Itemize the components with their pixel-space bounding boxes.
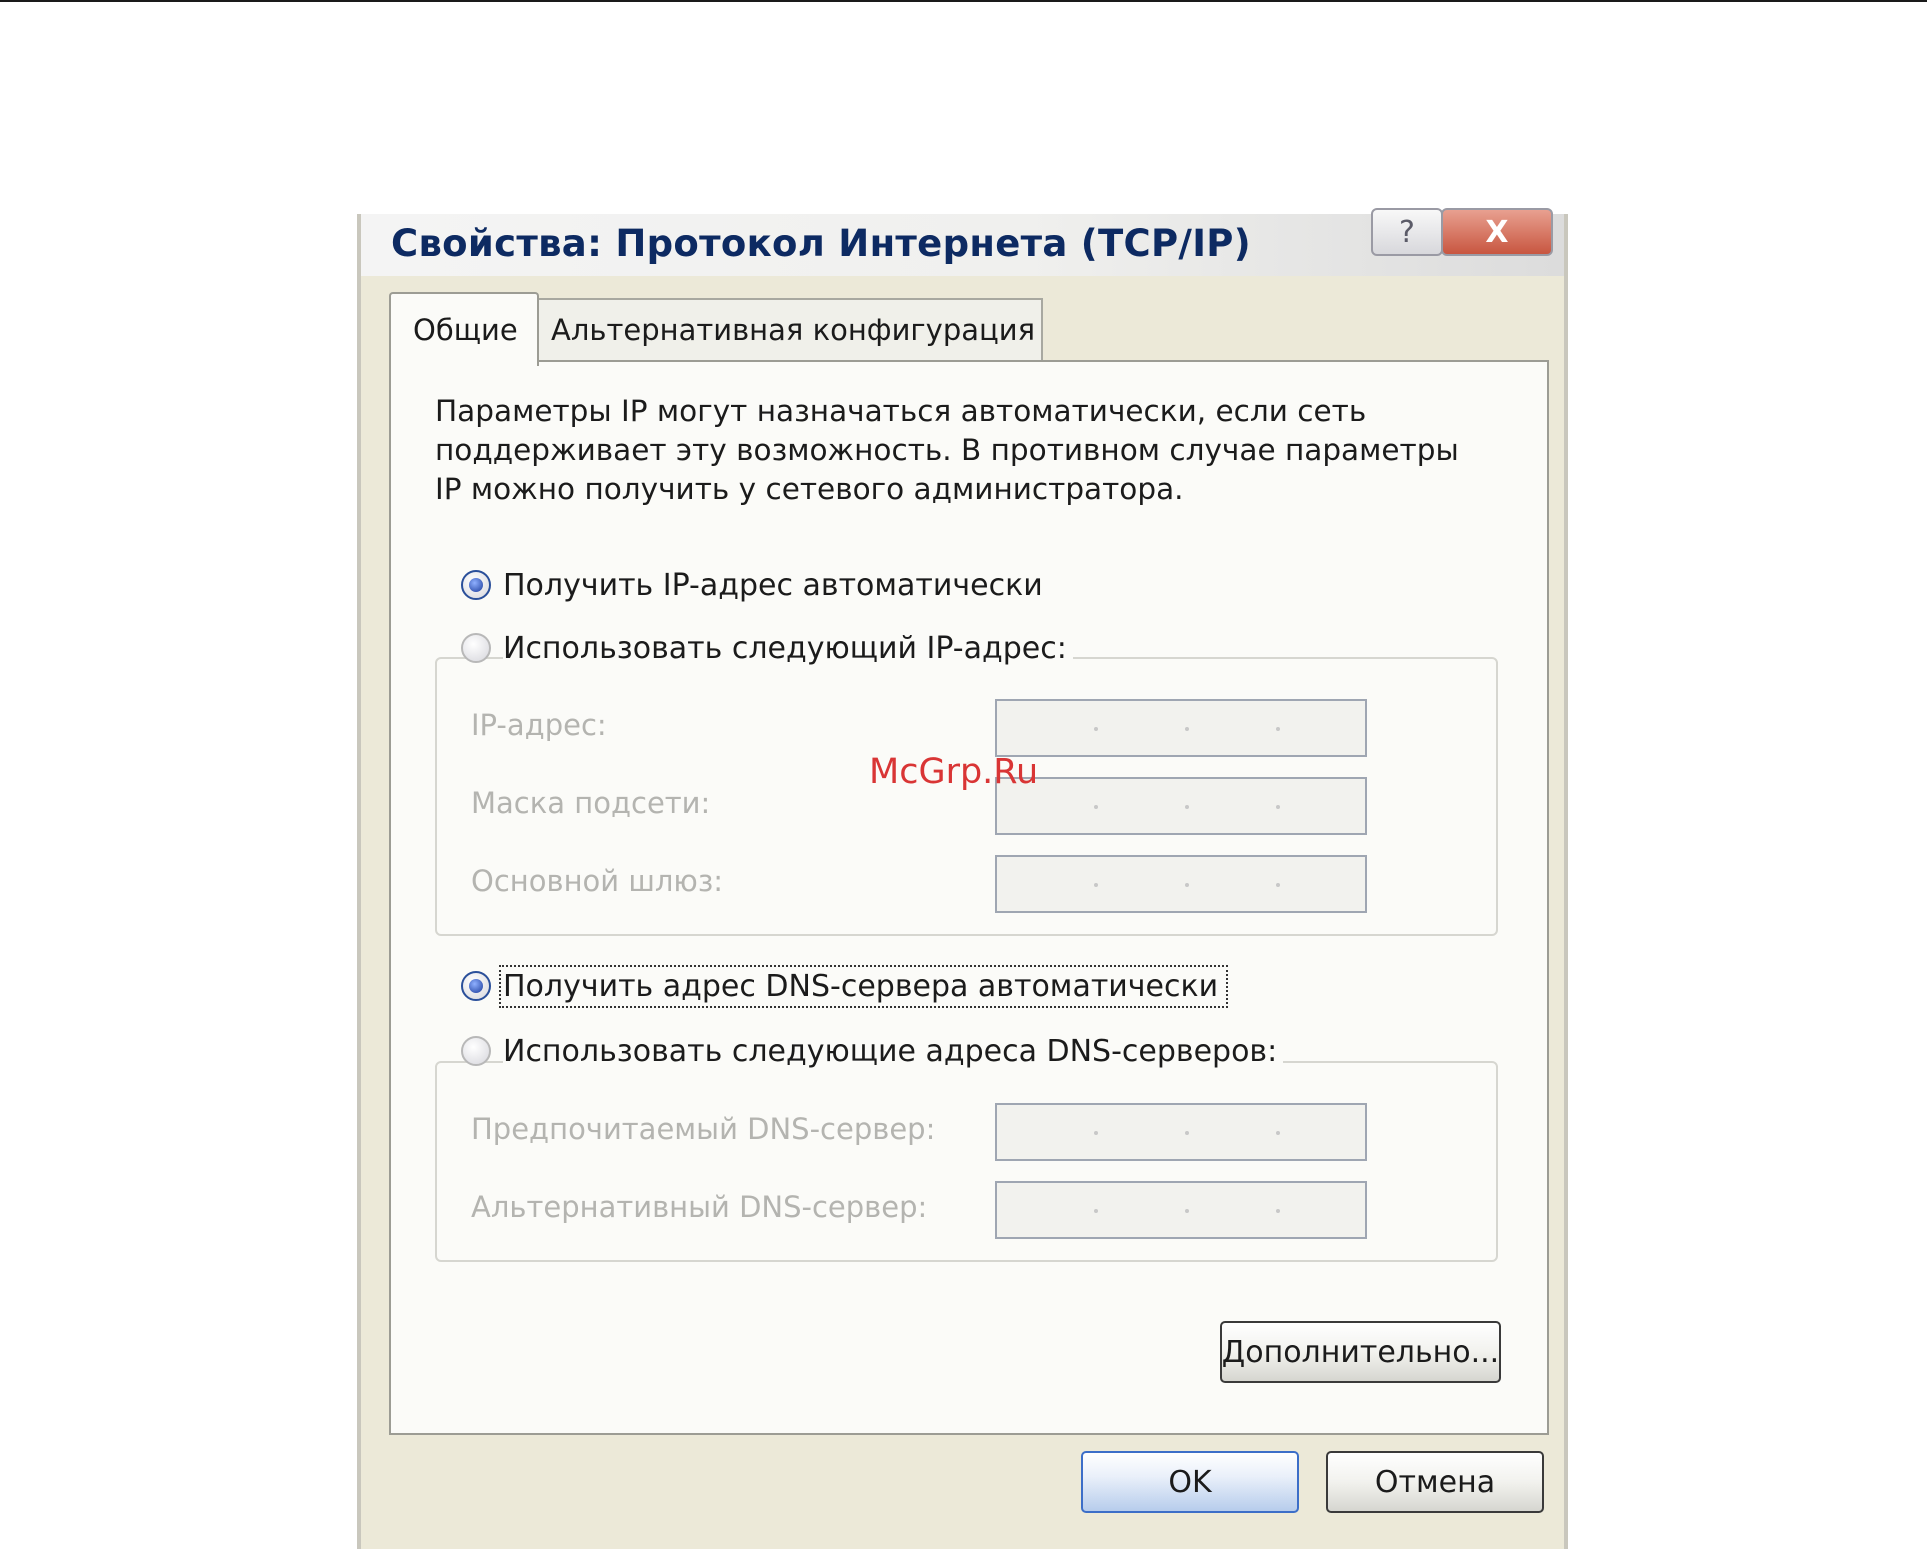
octet-separator	[1185, 1131, 1189, 1135]
close-button[interactable]: X	[1441, 208, 1553, 256]
dns-manual-radio[interactable]	[461, 1036, 491, 1066]
tab-alternate-configuration[interactable]: Альтернативная конфигурация	[537, 298, 1043, 360]
radio-selected-dot	[469, 979, 483, 993]
dns-auto-radio-row[interactable]: Получить адрес DNS-сервера автоматически	[461, 964, 1229, 1008]
octet-separator	[1094, 883, 1098, 887]
octet-separator	[1094, 805, 1098, 809]
preferred-dns-input[interactable]	[995, 1103, 1367, 1161]
octet-separator	[1276, 1131, 1280, 1135]
title-bar[interactable]: Свойства: Протокол Интернета (TCP/IP) ? …	[361, 208, 1564, 276]
octet-separator	[1094, 1209, 1098, 1213]
advanced-button[interactable]: Дополнительно...	[1220, 1321, 1501, 1383]
octet-separator	[1276, 1209, 1280, 1213]
octet-separator	[1185, 805, 1189, 809]
ip-manual-radio-row[interactable]: Использовать следующий IP-адрес:	[461, 626, 1073, 670]
tcpip-properties-dialog: Свойства: Протокол Интернета (TCP/IP) ? …	[357, 208, 1568, 1549]
default-gateway-input[interactable]	[995, 855, 1367, 913]
ip-address-label: IP-адрес:	[471, 708, 607, 742]
help-icon: ?	[1399, 214, 1415, 250]
octet-separator	[1094, 1131, 1098, 1135]
octet-separator	[1185, 883, 1189, 887]
preferred-dns-label: Предпочитаемый DNS-сервер:	[471, 1112, 936, 1146]
ip-address-input[interactable]	[995, 699, 1367, 757]
octet-separator	[1185, 727, 1189, 731]
tab-general[interactable]: Общие	[389, 292, 539, 366]
help-button[interactable]: ?	[1371, 208, 1443, 256]
alternate-dns-label: Альтернативный DNS-сервер:	[471, 1190, 928, 1224]
description-text: Параметры IP могут назначаться автоматич…	[435, 394, 1459, 506]
radio-selected-dot	[469, 578, 483, 592]
ip-auto-radio-row[interactable]: Получить IP-адрес автоматически	[461, 563, 1049, 607]
ip-manual-radio[interactable]	[461, 633, 491, 663]
dns-auto-radio[interactable]	[461, 971, 491, 1001]
ip-auto-radio-label[interactable]: Получить IP-адрес автоматически	[503, 567, 1049, 603]
dialog-title: Свойства: Протокол Интернета (TCP/IP)	[391, 222, 1251, 265]
dns-manual-radio-label[interactable]: Использовать следующие адреса DNS-сервер…	[503, 1033, 1284, 1069]
subnet-mask-input[interactable]	[995, 777, 1367, 835]
octet-separator	[1094, 727, 1098, 731]
octet-separator	[1276, 883, 1280, 887]
default-gateway-label: Основной шлюз:	[471, 864, 724, 898]
dns-auto-radio-label[interactable]: Получить адрес DNS-сервера автоматически	[498, 964, 1229, 1008]
octet-separator	[1185, 1209, 1189, 1213]
ok-button[interactable]: OK	[1081, 1451, 1299, 1513]
alternate-dns-input[interactable]	[995, 1181, 1367, 1239]
octet-separator	[1276, 805, 1280, 809]
dns-manual-radio-row[interactable]: Использовать следующие адреса DNS-сервер…	[461, 1029, 1284, 1073]
octet-separator	[1276, 727, 1280, 731]
watermark: McGrp.Ru	[869, 752, 1039, 792]
ip-auto-radio[interactable]	[461, 570, 491, 600]
subnet-mask-label: Маска подсети:	[471, 786, 711, 820]
close-icon: X	[1485, 214, 1509, 250]
ip-manual-radio-label[interactable]: Использовать следующий IP-адрес:	[503, 630, 1073, 666]
page-top-rule	[0, 0, 1927, 2]
cancel-button[interactable]: Отмена	[1326, 1451, 1544, 1513]
